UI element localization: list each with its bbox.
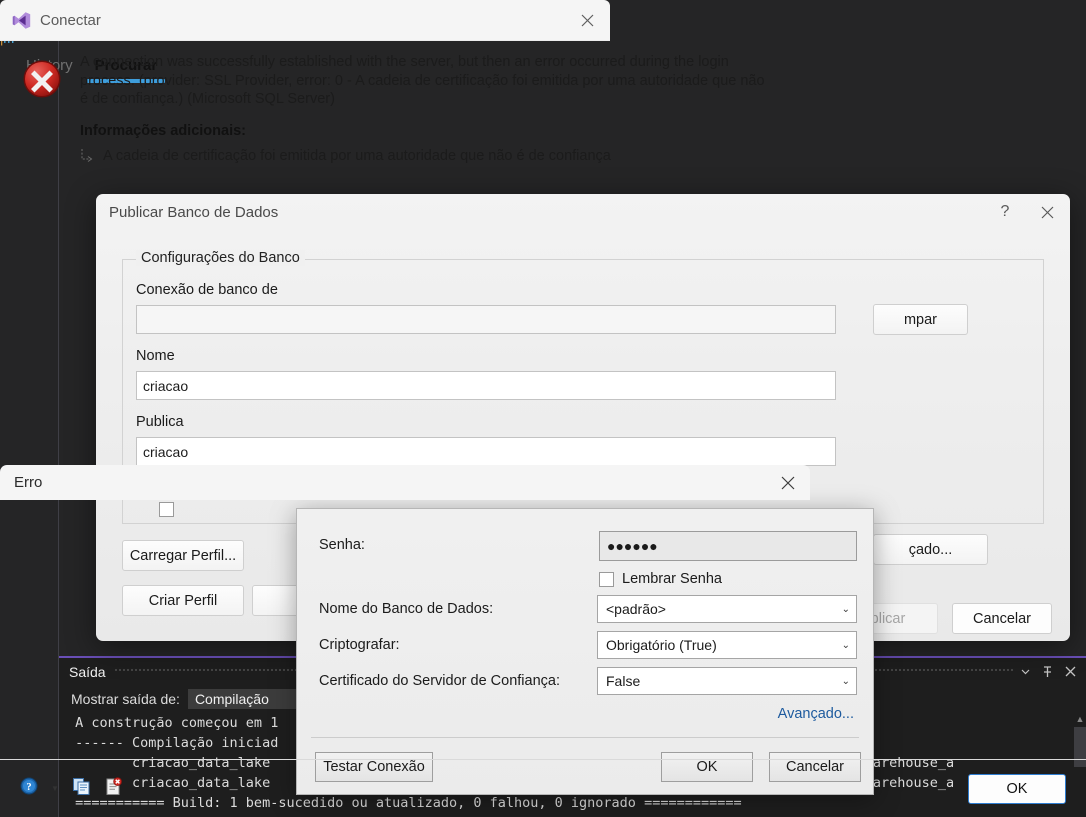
connect-dialog-title: Conectar [40,11,101,29]
error-dialog-body: A connection was successfully establishe… [0,35,1086,759]
visual-studio-logo-icon [12,11,31,30]
error-dialog: Erro A connection was successfully estab… [0,35,1086,804]
error-dialog-content: A connection was successfully establishe… [80,54,765,164]
